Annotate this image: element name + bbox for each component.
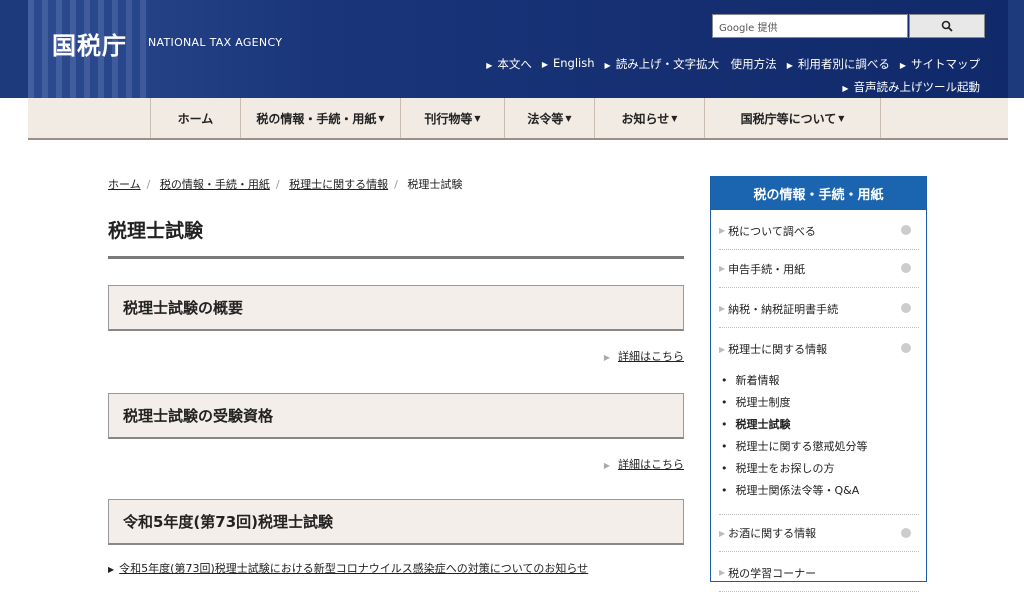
util-link-by-user[interactable]: ▶ 利用者別に調べる xyxy=(787,56,890,72)
page-title: 税理士試験 xyxy=(108,220,204,242)
sidebar-sub-news[interactable]: • 新着情報 xyxy=(721,372,780,388)
util-link-readaloud[interactable]: ▶ 読み上げ・文字拡大 使用方法 xyxy=(605,56,777,72)
search-input[interactable]: Google 提供 xyxy=(712,14,908,38)
site-logo-en: NATIONAL TAX AGENCY xyxy=(148,36,283,49)
sidebar-item-liquor[interactable]: ▶ お酒に関する情報 xyxy=(719,514,919,552)
expand-icon xyxy=(901,343,911,353)
overview-more-link[interactable]: ▶ 詳細はこちら xyxy=(604,348,684,364)
search-icon xyxy=(941,20,953,32)
sidebar: 税の情報・手続・用紙 ▶ 税について調べる ▶ 申告手続・用紙 ▶ 納税・納税証明書手… xyxy=(710,176,927,592)
sidebar-item-learning[interactable]: ▶ 税の学習コーナー xyxy=(719,554,919,592)
util-link-english[interactable]: ▶ English xyxy=(542,56,595,72)
section-r5-exam: 令和5年度(第73回)税理士試験 xyxy=(108,499,684,545)
breadcrumb-tax-accountant[interactable]: 税理士に関する情報 xyxy=(289,178,388,191)
expand-icon xyxy=(901,303,911,313)
covid-notice-link[interactable]: ▶ 令和5年度(第73回)税理士試験における新型コロナウイルス感染症への対策につい… xyxy=(108,560,588,576)
breadcrumb: ホーム / 税の情報・手続・用紙 / 税理士に関する情報 / 税理士試験 xyxy=(108,178,463,191)
sidebar-sub-exam[interactable]: • 税理士試験 xyxy=(721,416,791,432)
gnav-news[interactable]: お知らせ ▼ xyxy=(595,98,705,138)
sidebar-sub-discipline[interactable]: • 税理士に関する懲戒処分等 xyxy=(721,438,868,454)
global-nav: ホーム 税の情報・手続・用紙 ▼ 刊行物等 ▼ 法令等 ▼ お知らせ ▼ 国税庁等につい… xyxy=(28,98,1008,140)
expand-icon xyxy=(901,263,911,273)
title-divider xyxy=(108,256,684,259)
gnav-publications[interactable]: 刊行物等 ▼ xyxy=(401,98,505,138)
gnav-spacer xyxy=(28,98,151,138)
gnav-tax-info[interactable]: 税の情報・手続・用紙 ▼ xyxy=(241,98,401,138)
voice-tool-link[interactable]: ▶ 音声読み上げツール起動 xyxy=(842,79,980,95)
eligibility-more-link[interactable]: ▶ 詳細はこちら xyxy=(604,456,684,472)
gnav-laws[interactable]: 法令等 ▼ xyxy=(505,98,595,138)
sidebar-item-tax-lookup[interactable]: ▶ 税について調べる xyxy=(719,212,919,250)
sidebar-item-filing[interactable]: ▶ 申告手続・用紙 xyxy=(719,250,919,288)
util-link-skip[interactable]: ▶ 本文へ xyxy=(486,56,532,72)
breadcrumb-current: 税理士試験 xyxy=(407,178,463,191)
breadcrumb-home[interactable]: ホーム xyxy=(108,178,141,191)
sidebar-sub-system[interactable]: • 税理士制度 xyxy=(721,394,791,410)
site-logo[interactable]: 国税庁 xyxy=(52,26,127,61)
breadcrumb-tax-info[interactable]: 税の情報・手続・用紙 xyxy=(160,178,270,191)
sidebar-title: 税の情報・手続・用紙 xyxy=(711,176,926,210)
section-eligibility: 税理士試験の受験資格 xyxy=(108,393,684,439)
sidebar-item-payment[interactable]: ▶ 納税・納税証明書手続 xyxy=(719,290,919,328)
sidebar-sub-find[interactable]: • 税理士をお探しの方 xyxy=(721,460,835,476)
section-overview: 税理士試験の概要 xyxy=(108,285,684,331)
expand-icon xyxy=(901,225,911,235)
sidebar-sub-laws[interactable]: • 税理士関係法令等・Q&A xyxy=(721,482,859,498)
expand-icon xyxy=(901,528,911,538)
search-button[interactable] xyxy=(909,14,985,38)
gnav-about[interactable]: 国税庁等について ▼ xyxy=(705,98,881,138)
util-link-sitemap[interactable]: ▶ サイトマップ xyxy=(900,56,980,72)
utility-links: ▶ 本文へ ▶ English ▶ 読み上げ・文字拡大 使用方法 ▶ 利用者別に調べる … xyxy=(476,56,980,72)
sidebar-item-tax-accountant[interactable]: ▶ 税理士に関する情報 xyxy=(719,330,919,368)
site-header: 国税庁 NATIONAL TAX AGENCY Google 提供 ▶ 本文へ ▶… xyxy=(0,0,1024,98)
gnav-home[interactable]: ホーム xyxy=(151,98,241,138)
